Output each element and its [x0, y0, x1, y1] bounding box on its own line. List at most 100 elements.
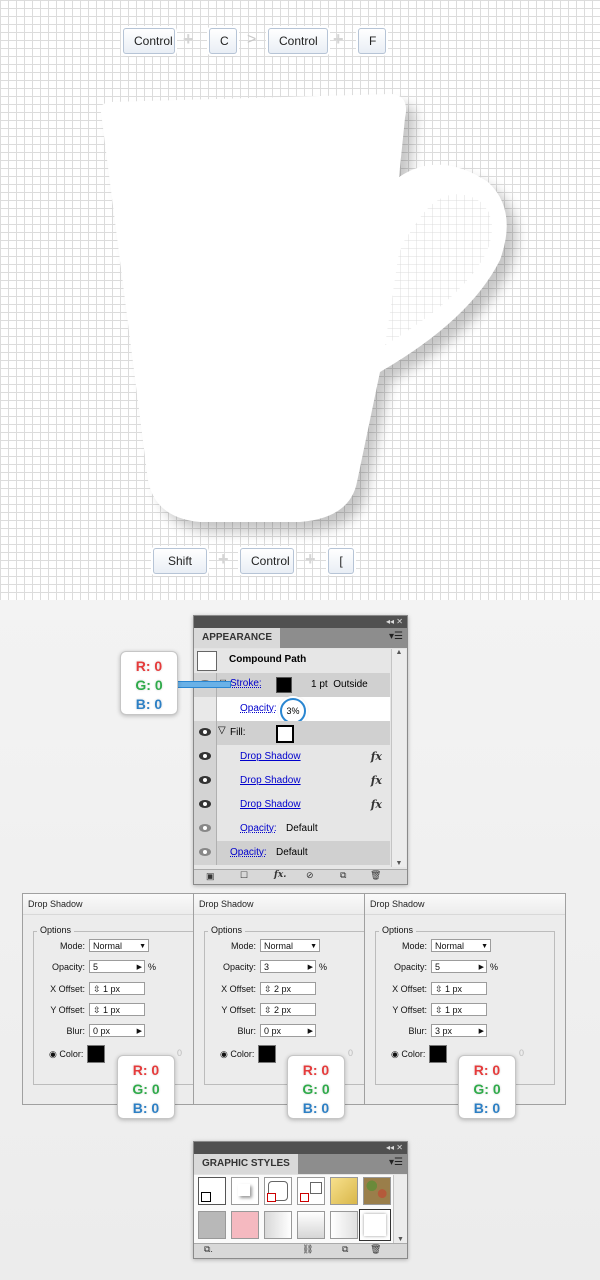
clear-icon[interactable]: ⊘ [306, 870, 314, 881]
color-radio[interactable]: ◉ Color: [220, 1049, 254, 1060]
style-library-icon[interactable]: ⧉. [204, 1244, 213, 1255]
scroll-up-icon[interactable]: ▲ [392, 649, 406, 656]
eye-icon[interactable] [194, 745, 217, 769]
fill-row[interactable]: ▽ Fill: [194, 721, 390, 745]
mode-label: Mode: [230, 941, 256, 951]
eye-icon[interactable] [194, 841, 217, 865]
style-shadow[interactable] [231, 1177, 259, 1205]
blur-field[interactable]: 3 px ▶ [431, 1024, 487, 1037]
panel-menu-icon[interactable]: ▾☰ [389, 1157, 403, 1168]
stroke-opacity-row[interactable]: Opacity: 3% [194, 697, 390, 724]
mode-label: Mode: [59, 941, 85, 951]
stepper-icon[interactable]: ⇳ [93, 984, 103, 994]
y-offset-field[interactable]: ⇳ 1 px [89, 1003, 145, 1016]
percent-label: % [148, 962, 157, 972]
duplicate-icon[interactable]: ⧉ [340, 870, 346, 881]
style-gradient-2[interactable] [297, 1211, 325, 1239]
style-gold[interactable] [330, 1177, 358, 1205]
blur-field[interactable]: 0 px ▶ [89, 1024, 145, 1037]
effect-row[interactable]: Drop Shadow fx [194, 793, 390, 817]
collapse-icon[interactable]: ◂◂ [386, 617, 394, 626]
style-pink[interactable] [231, 1211, 259, 1239]
tab-appearance[interactable]: APPEARANCE [194, 628, 281, 648]
opacity-field[interactable]: 5 ▶ [89, 960, 145, 973]
panel-menu-icon[interactable]: ▾☰ [389, 631, 403, 642]
new-style-icon[interactable]: ⧉ [342, 1244, 348, 1255]
fx-icon[interactable]: fx [371, 750, 382, 763]
style-gray[interactable] [198, 1211, 226, 1239]
stroke-opacity-label[interactable]: Opacity: [240, 703, 277, 714]
mode-select[interactable]: Normal ▼ [89, 939, 149, 952]
object-row[interactable]: Compound Path [194, 649, 390, 673]
tab-graphic-styles[interactable]: GRAPHIC STYLES [194, 1154, 298, 1174]
close-icon[interactable]: ✕ [396, 617, 403, 626]
darkness-field: 0 [519, 1048, 525, 1058]
opacity-label: Opacity: [393, 962, 427, 972]
scroll-down-icon[interactable]: ▼ [392, 860, 406, 867]
color-swatch[interactable] [429, 1045, 447, 1063]
x-offset-field[interactable]: ⇳ 2 px [260, 982, 316, 995]
x-offset-field[interactable]: ⇳ 1 px [431, 982, 487, 995]
effect-drop-shadow[interactable]: Drop Shadow [240, 775, 301, 786]
break-link-icon[interactable]: ⛓ [302, 1244, 313, 1255]
stroke-label[interactable]: Stroke: [230, 678, 262, 689]
style-white-shadow[interactable] [359, 1209, 391, 1241]
color-swatch[interactable] [258, 1045, 276, 1063]
style-gradient-1[interactable] [264, 1211, 292, 1239]
stepper-icon[interactable]: ⇳ [264, 1005, 274, 1015]
opacity-field[interactable]: 5 ▶ [431, 960, 487, 973]
panel-scrollbar[interactable]: ▲ ▼ [391, 649, 406, 867]
stroke-swatch[interactable] [276, 677, 292, 693]
object-opacity-row[interactable]: Opacity: Default [194, 841, 390, 865]
style-camo[interactable] [363, 1177, 391, 1205]
fx-menu-icon[interactable]: fx. [274, 870, 286, 880]
style-default[interactable] [198, 1177, 226, 1205]
fill-swatch[interactable] [276, 725, 294, 743]
style-rounded[interactable] [264, 1177, 292, 1205]
effect-drop-shadow[interactable]: Drop Shadow [240, 799, 301, 810]
fill-opacity-label[interactable]: Opacity: [240, 823, 277, 834]
collapse-icon[interactable]: ◂◂ [386, 1143, 394, 1152]
effect-row[interactable]: Drop Shadow fx [194, 769, 390, 793]
effect-drop-shadow[interactable]: Drop Shadow [240, 751, 301, 762]
opacity-value: 5 [435, 962, 441, 972]
y-offset-field[interactable]: ⇳ 2 px [260, 1003, 316, 1016]
panel-titlebar[interactable]: ◂◂ ✕ [194, 1142, 407, 1154]
fx-icon[interactable]: fx [371, 798, 382, 811]
appearance-panel: ◂◂ ✕ APPEARANCE ▾☰ Compound Path ▽ Strok… [193, 615, 408, 885]
scroll-down-icon[interactable]: ▼ [394, 1236, 407, 1243]
eye-icon[interactable] [194, 793, 217, 817]
color-radio[interactable]: ◉ Color: [391, 1049, 425, 1060]
new-stroke-icon[interactable]: ☐ [240, 870, 248, 881]
eye-icon[interactable] [194, 769, 217, 793]
style-none[interactable] [297, 1177, 325, 1205]
object-opacity-label[interactable]: Opacity: [230, 847, 267, 858]
stepper-icon[interactable]: ⇳ [264, 984, 274, 994]
stepper-icon[interactable]: ⇳ [435, 984, 445, 994]
close-icon[interactable]: ✕ [396, 1143, 403, 1152]
mode-select[interactable]: Normal ▼ [431, 939, 491, 952]
panel-titlebar[interactable]: ◂◂ ✕ [194, 616, 407, 628]
eye-icon[interactable] [194, 721, 217, 745]
fx-icon[interactable]: fx [371, 774, 382, 787]
eye-icon[interactable] [194, 817, 217, 841]
color-radio[interactable]: ◉ Color: [49, 1049, 83, 1060]
style-gradient-3[interactable] [330, 1211, 358, 1239]
stepper-icon[interactable]: ⇳ [435, 1005, 445, 1015]
y-offset-field[interactable]: ⇳ 1 px [431, 1003, 487, 1016]
mode-select[interactable]: Normal ▼ [260, 939, 320, 952]
styles-scrollbar[interactable]: ▼ [393, 1175, 407, 1243]
fill-expand-icon[interactable]: ▽ [218, 725, 226, 736]
fill-opacity-row[interactable]: Opacity: Default [194, 817, 390, 841]
color-swatch[interactable] [87, 1045, 105, 1063]
add-layer-icon[interactable]: ▣ [206, 871, 215, 882]
opacity-field[interactable]: 3 ▶ [260, 960, 316, 973]
trash-icon[interactable]: 🗑 [370, 1244, 381, 1255]
stepper-icon[interactable]: ⇳ [93, 1005, 103, 1015]
y-offset-value: 2 px [274, 1005, 292, 1015]
chevron-right-icon: > [247, 31, 257, 48]
effect-row[interactable]: Drop Shadow fx [194, 745, 390, 769]
trash-icon[interactable]: 🗑 [370, 870, 381, 881]
blur-field[interactable]: 0 px ▶ [260, 1024, 316, 1037]
x-offset-field[interactable]: ⇳ 1 px [89, 982, 145, 995]
